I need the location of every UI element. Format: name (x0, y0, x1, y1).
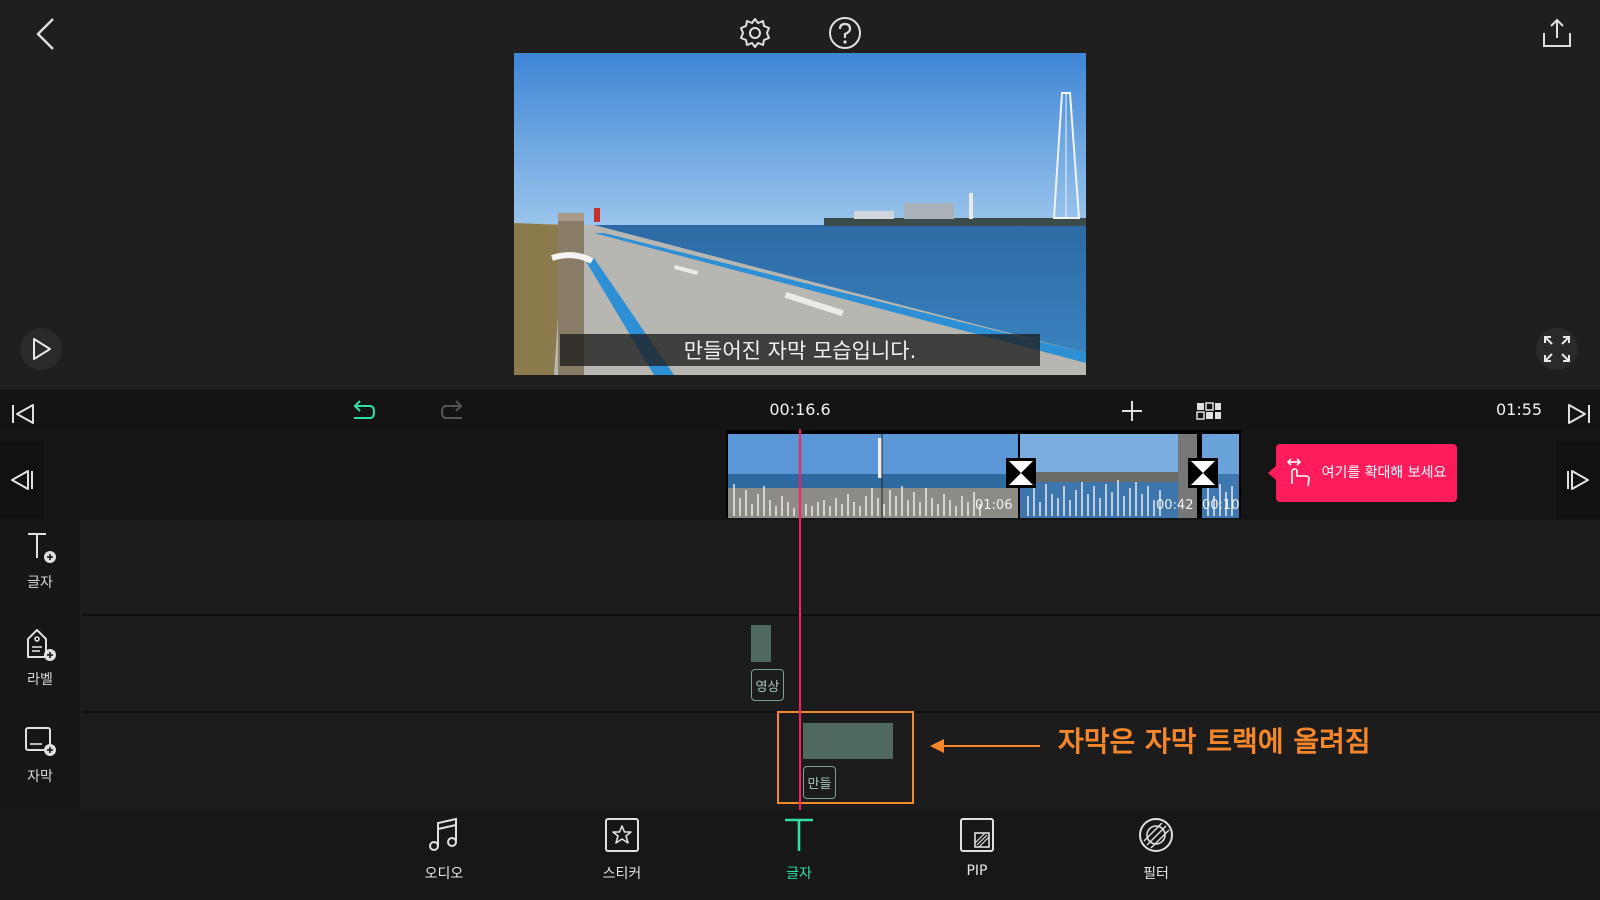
share-upload-icon (1543, 18, 1571, 47)
grid-icon (1196, 402, 1221, 420)
zoom-tip-text: 여기를 확대해 보세요 (1321, 465, 1447, 481)
fullscreen-icon (1544, 336, 1570, 362)
current-time: 00:16.6 (769, 400, 831, 419)
jump-to-start-button[interactable] (8, 400, 38, 428)
jump-to-end-button[interactable] (1564, 400, 1594, 428)
subtitle-overlay[interactable]: 만들어진 자막 모습입니다. (560, 334, 1040, 366)
redo-icon (440, 400, 463, 419)
subtitle-text: 만들어진 자막 모습입니다. (683, 339, 917, 363)
tool-filter-label: 필터 (1143, 866, 1169, 882)
subtitle-add-icon (25, 727, 56, 756)
tool-sticker-label: 스티커 (602, 866, 642, 882)
text-icon (785, 818, 813, 851)
tool-text[interactable]: 글자 (739, 815, 859, 883)
add-text-track-label: 글자 (27, 575, 53, 591)
tool-pip[interactable]: PIP (917, 815, 1037, 879)
prev-frame-button[interactable] (0, 441, 44, 519)
playhead[interactable] (799, 429, 801, 811)
add-label-track-button[interactable]: 라벨 (0, 627, 80, 689)
play-button[interactable] (20, 328, 62, 370)
zoom-tip-bubble[interactable]: 여기를 확대해 보세요 (1268, 444, 1457, 502)
add-clip-button[interactable] (1118, 397, 1146, 425)
transition-button-2[interactable] (1188, 458, 1218, 488)
gear-icon (740, 18, 770, 48)
skip-to-end-icon (1568, 404, 1590, 424)
preview-frame-image (514, 53, 1086, 375)
step-back-icon (11, 470, 33, 490)
tool-audio[interactable]: 오디오 (384, 815, 504, 883)
sticker-icon (605, 818, 639, 852)
export-button[interactable] (1538, 14, 1576, 52)
add-text-track-button[interactable]: 글자 (0, 530, 80, 592)
add-subtitle-track-label: 자막 (27, 769, 53, 785)
label-track-clip[interactable] (751, 625, 771, 662)
video-preview[interactable]: 만들어진 자막 모습입니다. (514, 53, 1086, 375)
add-label-track-label: 라벨 (27, 672, 53, 688)
transition-icon (1188, 458, 1218, 488)
next-frame-button[interactable] (1556, 441, 1600, 519)
skip-to-start-icon (12, 404, 34, 424)
tool-audio-label: 오디오 (424, 866, 464, 882)
pinch-zoom-icon (1286, 458, 1310, 487)
redo-button[interactable] (438, 398, 468, 424)
add-subtitle-track-button[interactable]: 자막 (0, 724, 80, 786)
track-divider (82, 614, 1600, 616)
help-icon (829, 17, 861, 49)
settings-button[interactable] (736, 14, 774, 52)
pip-icon (960, 818, 994, 852)
plus-icon (1122, 401, 1142, 421)
filter-icon (1139, 818, 1173, 852)
annotation-text: 자막은 자막 트랙에 올려짐 (1058, 725, 1371, 758)
back-button[interactable] (28, 14, 64, 54)
tool-filter[interactable]: 필터 (1096, 815, 1216, 883)
multi-select-button[interactable] (1194, 398, 1224, 424)
transition-button-1[interactable] (1006, 458, 1036, 488)
clip-duration-2: 00:42 (1156, 498, 1194, 513)
chevron-left-icon (36, 18, 54, 50)
clip-duration-3: 00:10 (1202, 498, 1240, 513)
undo-button[interactable] (348, 398, 378, 424)
annotation-arrow (930, 739, 1040, 753)
undo-icon (353, 400, 376, 419)
tool-text-label: 글자 (786, 866, 812, 882)
total-time: 01:55 (1496, 400, 1543, 419)
transition-icon (1006, 458, 1036, 488)
label-add-icon (27, 629, 56, 661)
annotation-highlight-box (777, 711, 914, 804)
label-clip-tag[interactable]: 영상 (751, 669, 784, 701)
clip-duration-1: 01:06 (975, 498, 1013, 513)
step-forward-icon (1567, 470, 1589, 490)
text-add-icon (28, 533, 56, 563)
play-icon (33, 338, 51, 360)
music-note-icon (429, 817, 457, 851)
fullscreen-button[interactable] (1536, 328, 1578, 370)
tool-pip-label: PIP (966, 863, 988, 879)
help-button[interactable] (826, 14, 864, 52)
tool-sticker[interactable]: 스티커 (562, 815, 682, 883)
